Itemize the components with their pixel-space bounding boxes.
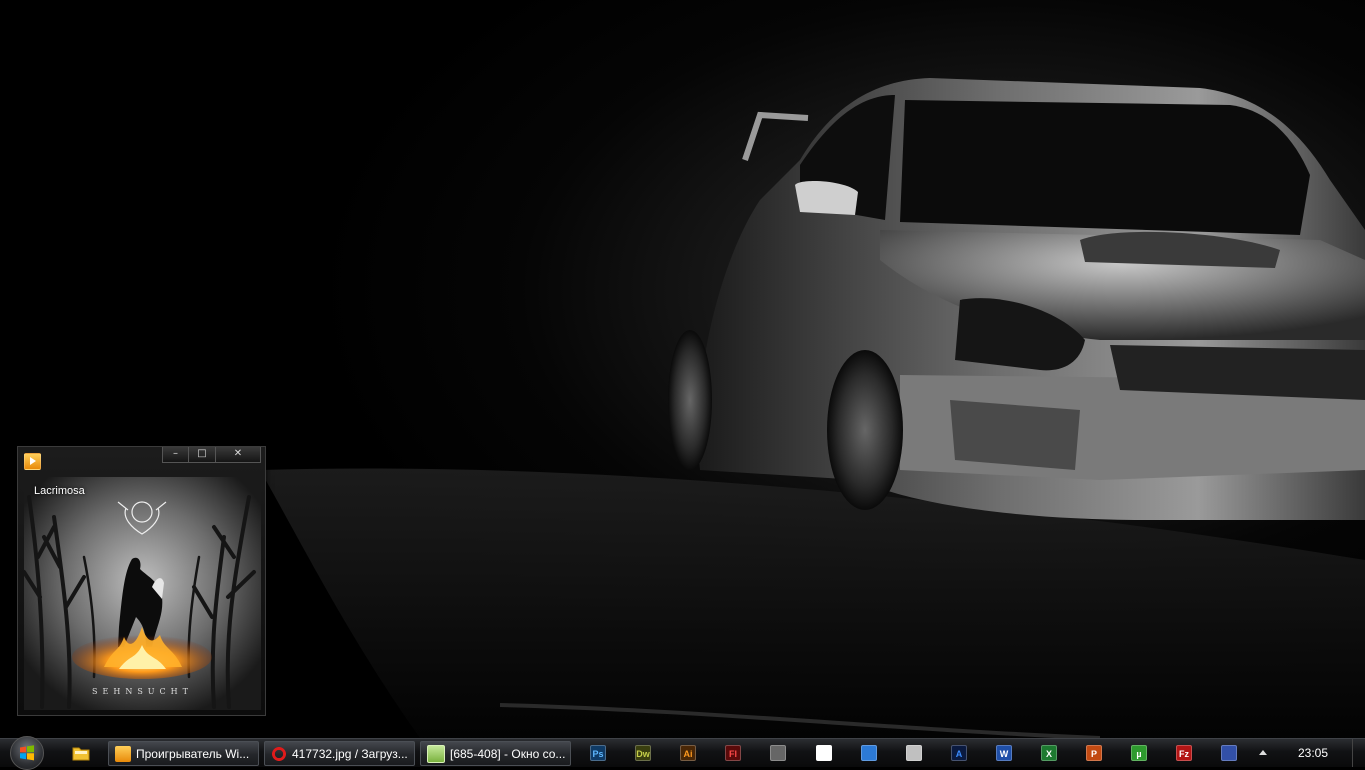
task-opera-browser[interactable]: 417732.jpg / Загруз... (264, 741, 415, 766)
album-title: SEHNSUCHT (92, 687, 193, 696)
picasa-icon[interactable] (816, 745, 832, 761)
save-floppy-icon[interactable] (1221, 745, 1237, 761)
media-player-window[interactable]: – □ ✕ Lacrimosa SEHNSUCHT (17, 446, 266, 716)
utorrent-icon[interactable]: µ (1131, 745, 1147, 761)
filezilla-icon[interactable]: Fz (1176, 745, 1192, 761)
media-player-icon (115, 745, 131, 762)
start-button[interactable] (10, 736, 44, 770)
network-globe-icon[interactable] (861, 745, 877, 761)
word-icon[interactable]: W (996, 745, 1012, 761)
photoshop-icon[interactable]: Ps (590, 745, 606, 761)
player-titlebar[interactable]: – □ ✕ (18, 447, 265, 471)
disc-burner-icon[interactable] (906, 745, 922, 761)
font-app-icon[interactable]: A (951, 745, 967, 761)
artist-name: Lacrimosa (34, 485, 85, 497)
dreamweaver-icon[interactable]: Dw (635, 745, 651, 761)
task-label: 417732.jpg / Загруз... (292, 746, 408, 761)
explorer-folder-icon[interactable] (70, 742, 92, 764)
show-desktop-button[interactable] (1352, 739, 1365, 767)
album-art[interactable]: SEHNSUCHT (24, 477, 261, 710)
excel-icon[interactable]: X (1041, 745, 1057, 761)
task-label: Проигрыватель Wi... (136, 746, 250, 761)
notepad-icon (427, 744, 445, 763)
system-clock[interactable]: 23:05 (1283, 746, 1343, 760)
flash-icon[interactable]: Fl (725, 745, 741, 761)
task-notepad-window[interactable]: [685-408] - Окно со... (420, 741, 571, 766)
minimize-button[interactable]: – (162, 447, 189, 463)
daemon-tools-icon[interactable] (770, 745, 786, 761)
opera-icon (271, 745, 287, 762)
powerpoint-icon[interactable]: P (1086, 745, 1102, 761)
show-hidden-icons-arrow[interactable] (1259, 750, 1267, 755)
windows-logo-icon (20, 745, 34, 761)
task-media-player[interactable]: Проигрыватель Wi... (108, 741, 259, 766)
maximize-button[interactable]: □ (189, 447, 216, 463)
taskbar: Проигрыватель Wi... 417732.jpg / Загруз.… (0, 736, 1365, 770)
media-player-icon (24, 453, 41, 470)
close-button[interactable]: ✕ (216, 447, 261, 463)
task-label: [685-408] - Окно со... (450, 746, 566, 761)
desktop[interactable]: – □ ✕ Lacrimosa SEHNSUCHT (0, 0, 1365, 738)
illustrator-icon[interactable]: Ai (680, 745, 696, 761)
album-cover-image (24, 477, 261, 710)
